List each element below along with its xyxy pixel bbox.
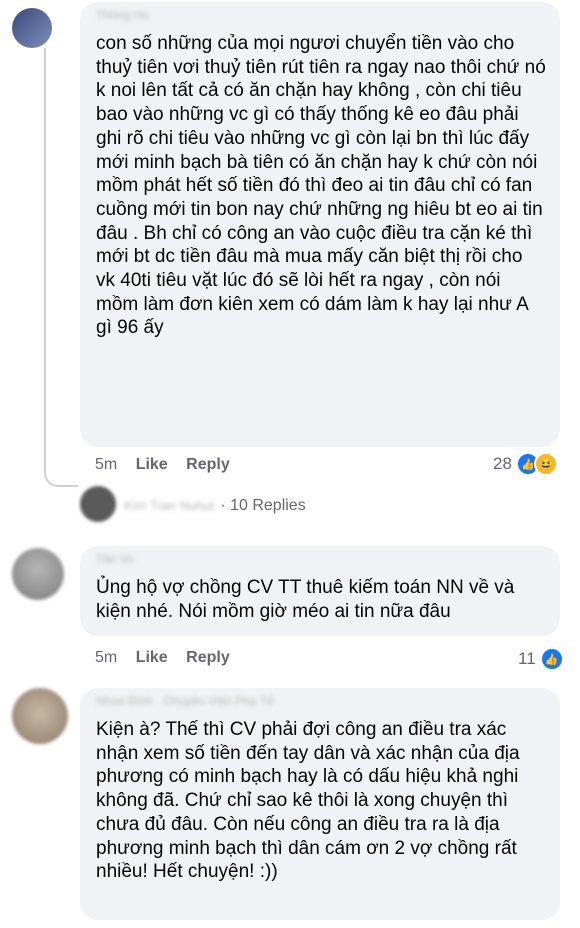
like-icon: 👍 xyxy=(539,647,564,671)
comment-bubble: Thông Ho con số những của mọi ngươi chuy… xyxy=(80,2,560,447)
comment-author[interactable]: Thông Ho xyxy=(96,8,546,22)
comment-text: Kiện à? Thế thì CV phải đợi công an điều… xyxy=(96,719,520,883)
reaction-count: 11 xyxy=(518,649,536,668)
reply-author: Kim Tran Nuhut xyxy=(124,498,215,513)
avatar[interactable] xyxy=(12,548,64,600)
avatar[interactable] xyxy=(12,8,52,48)
comment-time[interactable]: 5m xyxy=(95,456,117,473)
comment-time[interactable]: 5m xyxy=(95,649,117,666)
reply-button[interactable]: Reply xyxy=(186,456,230,473)
view-replies-link[interactable]: Kim Tran Nuhut · 10 Replies xyxy=(124,497,306,515)
comment-text: con số những của mọi ngươi chuyển tiền v… xyxy=(96,33,546,339)
comment-text: Ủng hộ vợ chồng CV TT thuê kiếm toán NN … xyxy=(96,577,515,622)
reply-avatar xyxy=(80,486,116,522)
reaction-summary[interactable]: 28 👍 😆 xyxy=(493,452,558,476)
avatar[interactable] xyxy=(12,688,68,744)
replies-count-label: · 10 Replies xyxy=(220,497,306,514)
comment-bubble: Nhue Đinh · Chuyên Viên Pha Tổ Kiện à? T… xyxy=(80,688,560,920)
comment-bubble: Tân Vo Ủng hộ vợ chồng CV TT thuê kiếm t… xyxy=(80,546,560,636)
comment-author[interactable]: Tân Vo xyxy=(96,552,546,566)
comment-author[interactable]: Nhue Đinh · Chuyên Viên Pha Tổ xyxy=(96,694,546,708)
thread-line xyxy=(44,48,78,487)
like-button[interactable]: Like xyxy=(136,456,168,473)
comment-actions: 5m Like Reply xyxy=(95,456,244,474)
reaction-count: 28 xyxy=(493,454,512,473)
reaction-summary[interactable]: 11 👍 xyxy=(518,647,564,671)
haha-icon: 😆 xyxy=(533,452,558,476)
comment-actions: 5m Like Reply xyxy=(95,649,244,667)
like-button[interactable]: Like xyxy=(136,649,168,666)
reply-button[interactable]: Reply xyxy=(186,649,230,666)
